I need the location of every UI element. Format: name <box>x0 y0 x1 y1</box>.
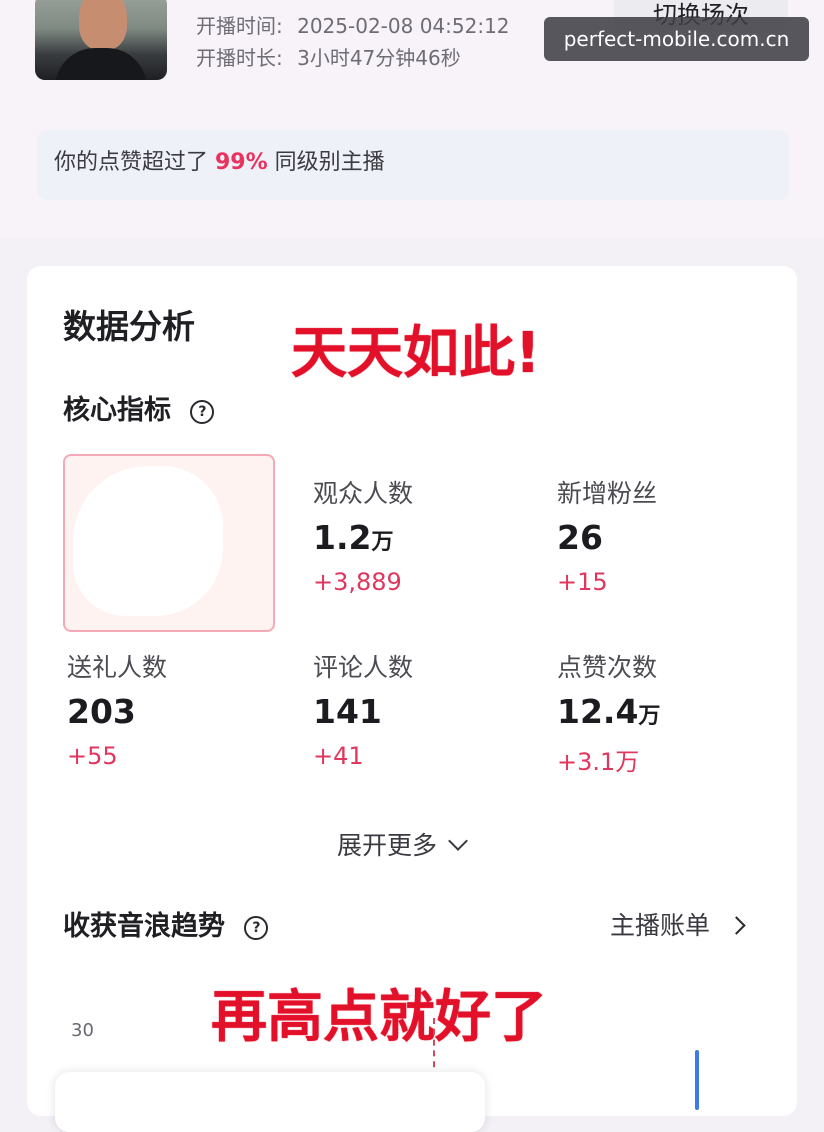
likes-banner: 你的点赞超过了 99% 同级别主播 <box>37 130 789 200</box>
chart-cursor-line <box>433 1018 435 1078</box>
metric-delta-gifters: +55 <box>67 742 118 770</box>
metric-delta-commenters: +41 <box>313 742 364 770</box>
metric-delta-likes: +3.1万 <box>557 748 640 776</box>
metric-value-viewers[interactable]: 1.2万 <box>313 518 393 557</box>
streamer-bill-link[interactable]: 主播账单 <box>610 906 746 942</box>
avatar-shirt <box>55 48 147 80</box>
metric-label-gifters: 送礼人数 <box>67 653 168 682</box>
chart-tooltip <box>55 1072 485 1132</box>
core-metrics-heading: 核心指标 ? <box>63 388 215 427</box>
annotation-top: 天天如此! <box>291 321 541 386</box>
metric-delta-new-fans: +15 <box>557 568 608 596</box>
metric-label-new-fans: 新增粉丝 <box>557 479 658 508</box>
streamer-bill-label: 主播账单 <box>610 911 711 940</box>
metric-number: 1.2 <box>313 518 372 557</box>
watermark-overlay: perfect-mobile.com.cn <box>544 17 809 61</box>
metric-number: 26 <box>557 518 603 557</box>
chevron-down-icon <box>448 831 468 851</box>
start-time-value: 2025-02-08 04:52:12 <box>297 14 510 38</box>
duration-label: 开播时长: <box>196 46 283 70</box>
duration-row: 开播时长: 3小时47分钟46秒 <box>196 42 461 71</box>
metric-unit: 万 <box>638 704 661 729</box>
avatar-face <box>79 0 127 50</box>
expand-more-button[interactable]: 展开更多 <box>337 826 468 862</box>
metric-label-likes: 点赞次数 <box>557 653 658 682</box>
start-time-label: 开播时间: <box>196 14 283 38</box>
analysis-title: 数据分析 <box>63 307 195 346</box>
likes-prefix: 你的点赞超过了 <box>54 150 215 175</box>
metric-number: 203 <box>67 692 136 731</box>
help-icon[interactable]: ? <box>244 915 269 940</box>
metric-unit: 万 <box>371 530 394 555</box>
chart-bar[interactable] <box>695 1050 699 1110</box>
data-analysis-card: 数据分析 天天如此! 核心指标 ? 观众人数 1.2万 +3,889 新增粉丝 … <box>27 266 797 1132</box>
stream-header: 开播时间: 2025-02-08 04:52:12 开播时长: 3小时47分钟4… <box>0 0 824 238</box>
metric-value-commenters[interactable]: 141 <box>313 692 382 731</box>
metric-label-commenters: 评论人数 <box>313 653 414 682</box>
metric-number: 141 <box>313 692 382 731</box>
duration-value: 3小时47分钟46秒 <box>297 46 461 70</box>
trend-heading: 收获音浪趋势 ? <box>63 904 269 943</box>
chart-y-tick: 30 <box>71 1020 94 1041</box>
chevron-right-icon <box>727 916 746 935</box>
start-time-row: 开播时间: 2025-02-08 04:52:12 <box>196 10 510 39</box>
likes-banner-text: 你的点赞超过了 99% 同级别主播 <box>54 144 385 176</box>
likes-suffix: 同级别主播 <box>267 150 385 175</box>
metric-value-gifters[interactable]: 203 <box>67 692 136 731</box>
help-icon[interactable]: ? <box>190 399 215 424</box>
metric-value-likes[interactable]: 12.4万 <box>557 692 660 731</box>
trend-title: 收获音浪趋势 <box>63 911 225 942</box>
expand-more-label: 展开更多 <box>337 831 438 860</box>
core-metrics-title: 核心指标 <box>63 395 171 426</box>
metric-value-new-fans[interactable]: 26 <box>557 518 603 557</box>
metric-delta-viewers: +3,889 <box>313 568 402 596</box>
metric-number: 12.4 <box>557 692 639 731</box>
redaction-mark <box>73 466 223 616</box>
annotation-bottom: 再高点就好了 <box>211 985 547 1050</box>
metric-label-viewers: 观众人数 <box>313 479 414 508</box>
likes-percent: 99% <box>215 150 268 175</box>
streamer-avatar[interactable] <box>35 0 167 80</box>
metric-tile-redacted[interactable] <box>63 454 275 632</box>
